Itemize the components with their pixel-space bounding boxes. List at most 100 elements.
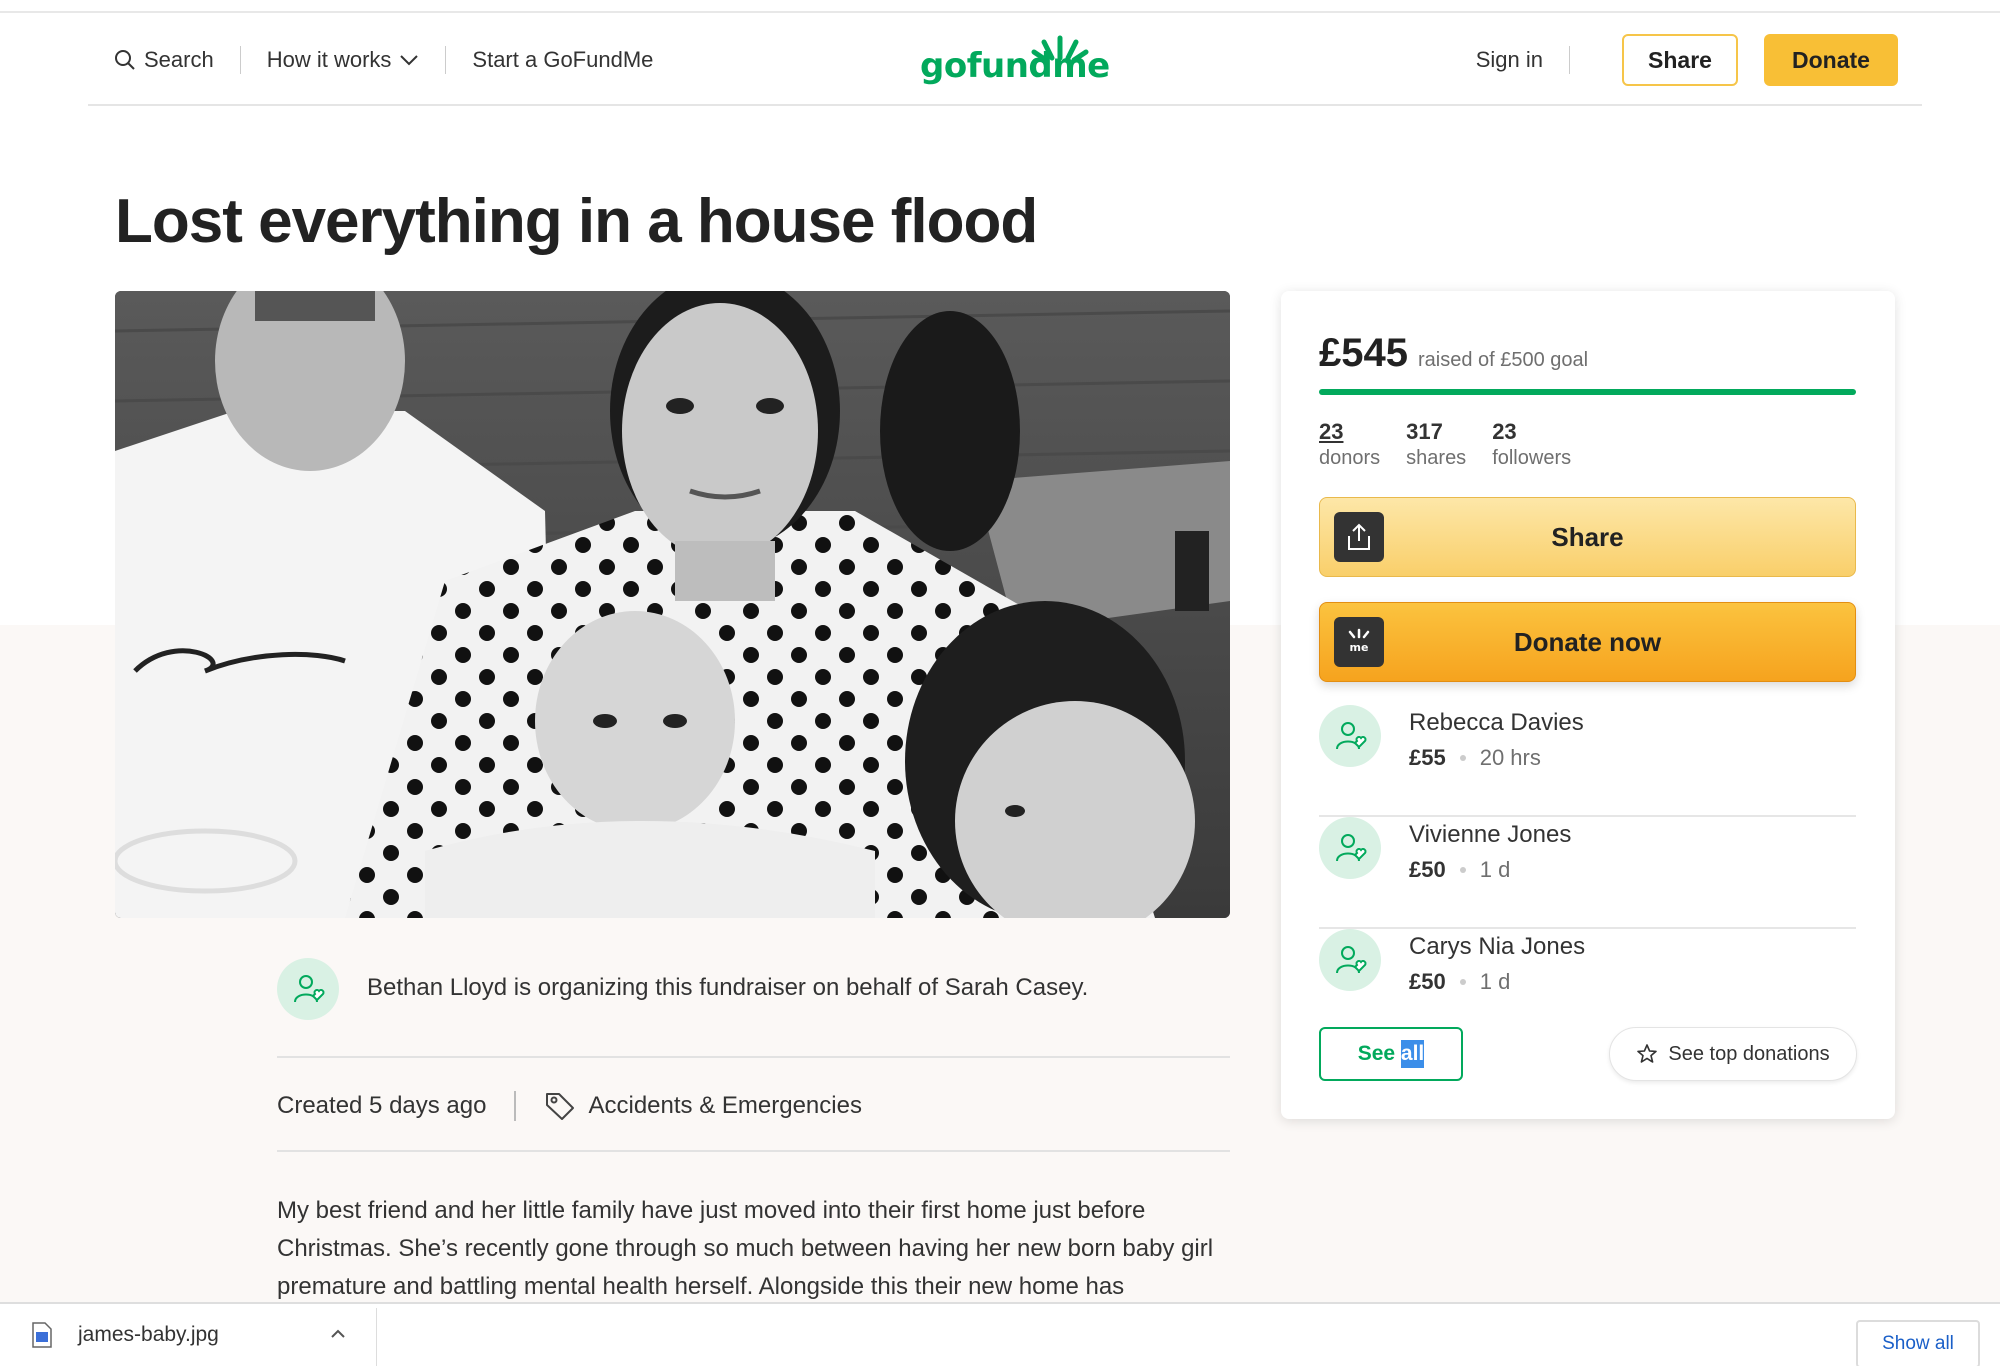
see-all-button[interactable]: See all bbox=[1319, 1027, 1463, 1081]
see-all-prefix: See bbox=[1357, 1042, 1401, 1065]
person-heart-icon bbox=[1336, 834, 1367, 862]
start-gofundme-label: Start a GoFundMe bbox=[472, 47, 654, 72]
search-link[interactable]: Search bbox=[114, 47, 214, 73]
donor-name: Vivienne Jones bbox=[1409, 821, 1572, 848]
stat-shares-label: shares bbox=[1406, 447, 1467, 469]
category-link[interactable]: Accidents & Emergencies bbox=[544, 1090, 862, 1122]
see-top-donations-label: See top donations bbox=[1668, 1042, 1830, 1065]
created-date: Created 5 days ago bbox=[277, 1092, 487, 1119]
organizer-section: Bethan Lloyd is organizing this fundrais… bbox=[277, 958, 1230, 1058]
donor-amount: £50 bbox=[1409, 857, 1446, 882]
header-share-button[interactable]: Share bbox=[1622, 34, 1738, 86]
download-options-button[interactable] bbox=[328, 1324, 348, 1349]
start-gofundme-link[interactable]: Start a GoFundMe bbox=[472, 47, 653, 73]
donor-amount: £55 bbox=[1409, 745, 1446, 770]
separator-dot bbox=[1459, 979, 1466, 985]
donate-now-button[interactable]: me Donate now bbox=[1319, 602, 1856, 682]
see-top-donations-button[interactable]: See top donations bbox=[1609, 1027, 1857, 1081]
donation-card: £545 raised of £500 goal 23 donors 317 s… bbox=[1281, 291, 1895, 1119]
svg-text:me: me bbox=[1350, 641, 1369, 654]
organizer-avatar bbox=[277, 958, 339, 1020]
donation-item: Rebecca Davies £55 20 hrs bbox=[1319, 705, 1856, 817]
campaign-story: My best friend and her little family hav… bbox=[277, 1197, 1214, 1300]
header-donate-button[interactable]: Donate bbox=[1764, 34, 1898, 86]
donor-time: 1 d bbox=[1479, 857, 1511, 882]
progress-bar-fill bbox=[1319, 389, 1856, 395]
search-label: Search bbox=[144, 47, 214, 72]
donor-details: £50 1 d bbox=[1409, 857, 1571, 883]
donor-time: 20 hrs bbox=[1479, 745, 1541, 770]
how-it-works-label: How it works bbox=[266, 47, 392, 72]
stat-donors-count: 23 bbox=[1319, 419, 1344, 444]
separator-dot bbox=[1459, 755, 1466, 761]
organizer-text: Bethan Lloyd is organizing this fundrais… bbox=[367, 974, 1089, 1001]
amount-raised-row: £545 raised of £500 goal bbox=[1319, 331, 1588, 376]
download-item[interactable]: james-baby.jpg bbox=[32, 1322, 219, 1348]
donor-info: Vivienne Jones £50 1 d bbox=[1409, 821, 1571, 883]
logo-text: gofundme bbox=[920, 46, 1110, 86]
stat-donors[interactable]: 23 donors bbox=[1319, 419, 1380, 470]
search-icon bbox=[115, 50, 135, 70]
donor-amount: £50 bbox=[1409, 969, 1446, 994]
show-all-downloads-button[interactable]: Show all bbox=[1856, 1320, 1980, 1366]
stat-followers: 23 followers bbox=[1492, 419, 1571, 470]
share-upload-icon bbox=[1348, 523, 1370, 550]
donor-info: Carys Nia Jones £50 1 d bbox=[1409, 933, 1585, 995]
separator-dot bbox=[1459, 867, 1466, 873]
progress-bar bbox=[1319, 389, 1856, 395]
goal-text: raised of £500 goal bbox=[1417, 349, 1589, 371]
donor-avatar bbox=[1319, 705, 1381, 767]
donor-details: £55 20 hrs bbox=[1409, 745, 1584, 771]
donation-item: Vivienne Jones £50 1 d bbox=[1319, 817, 1856, 929]
campaign-title: Lost everything in a house flood bbox=[115, 187, 1038, 256]
amount-raised: £545 bbox=[1319, 331, 1408, 375]
stat-shares-count: 317 bbox=[1406, 419, 1443, 444]
person-heart-icon bbox=[1336, 722, 1367, 750]
share-button[interactable]: Share bbox=[1319, 497, 1856, 577]
stat-followers-count: 23 bbox=[1492, 419, 1517, 444]
chevron-up-icon bbox=[331, 1329, 345, 1338]
star-icon bbox=[1637, 1044, 1658, 1063]
gofundme-me-icon: me bbox=[1348, 628, 1370, 654]
campaign-photo[interactable] bbox=[115, 291, 1230, 918]
person-heart-icon bbox=[1336, 946, 1367, 974]
donor-info: Rebecca Davies £55 20 hrs bbox=[1409, 709, 1584, 771]
donor-details: £50 1 d bbox=[1409, 969, 1585, 995]
stat-donors-label: donors bbox=[1319, 447, 1381, 469]
stats-row: 23 donors 317 shares 23 followers bbox=[1319, 419, 1571, 470]
sign-in-link[interactable]: Sign in bbox=[1476, 47, 1543, 73]
person-heart-icon bbox=[294, 975, 325, 1003]
image-file-icon bbox=[32, 1322, 52, 1348]
nav-divider bbox=[239, 46, 241, 74]
how-it-works-menu[interactable]: How it works bbox=[267, 47, 420, 73]
gofundme-icon-box: me bbox=[1334, 617, 1384, 667]
stat-followers-label: followers bbox=[1492, 447, 1572, 469]
gofundme-logo[interactable]: gofundme bbox=[920, 34, 1110, 90]
header-nav-left: Search How it works Start a GoFundMe bbox=[114, 46, 653, 74]
see-all-selected-text: all bbox=[1400, 1040, 1425, 1068]
donor-avatar bbox=[1319, 817, 1381, 879]
stat-shares: 317 shares bbox=[1406, 419, 1466, 470]
donor-name: Rebecca Davies bbox=[1409, 709, 1584, 736]
family-photo-image bbox=[115, 291, 1230, 918]
campaign-meta: Created 5 days ago Accidents & Emergenci… bbox=[277, 1062, 1230, 1152]
header-nav-right: Sign in Share Donate bbox=[1476, 34, 1898, 86]
chevron-down-icon bbox=[400, 55, 419, 66]
category-label: Accidents & Emergencies bbox=[588, 1092, 862, 1119]
nav-divider bbox=[1569, 46, 1570, 74]
share-button-label: Share bbox=[1551, 521, 1624, 552]
donor-name: Carys Nia Jones bbox=[1409, 933, 1586, 960]
donation-item: Carys Nia Jones £50 1 d bbox=[1319, 929, 1856, 1041]
download-divider bbox=[376, 1308, 377, 1366]
download-bar: james-baby.jpg Show all bbox=[0, 1302, 2000, 1366]
tag-icon bbox=[546, 1093, 575, 1120]
donor-avatar bbox=[1319, 929, 1381, 991]
donate-now-label: Donate now bbox=[1513, 626, 1662, 657]
download-file-name: james-baby.jpg bbox=[78, 1323, 219, 1346]
meta-divider bbox=[514, 1091, 517, 1121]
site-header: Search How it works Start a GoFundMe gof… bbox=[88, 14, 1922, 106]
donor-time: 1 d bbox=[1479, 969, 1511, 994]
nav-divider bbox=[445, 46, 447, 74]
browser-top-border bbox=[0, 11, 2000, 13]
share-icon-box bbox=[1334, 512, 1384, 562]
